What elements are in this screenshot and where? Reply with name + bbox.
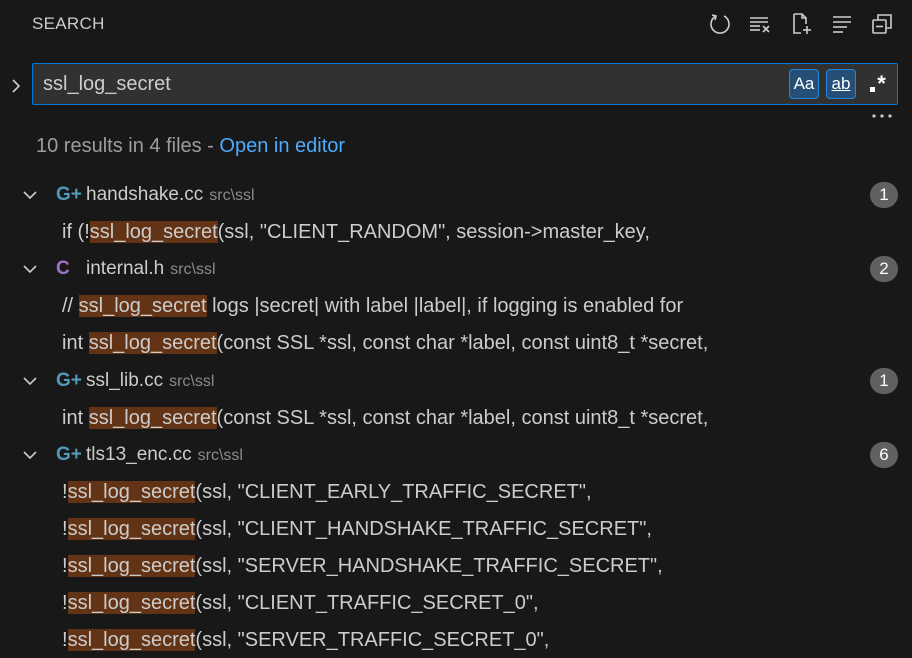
search-box: Aa ab * xyxy=(32,63,898,105)
results-summary: 10 results in 4 files - Open in editor xyxy=(36,135,345,158)
match-row[interactable]: !ssl_log_secret(ssl, "CLIENT_HANDSHAKE_T… xyxy=(62,511,652,547)
match-highlight: ssl_log_secret xyxy=(67,592,196,614)
file-row-tls13-enc-cc[interactable]: G+ tls13_enc.cc src\ssl 6 xyxy=(0,437,912,473)
new-search-editor-icon[interactable] xyxy=(790,12,814,36)
file-name: internal.h src\ssl xyxy=(86,258,216,279)
match-highlight: ssl_log_secret xyxy=(89,221,218,243)
search-input[interactable] xyxy=(43,64,773,104)
match-whole-word-toggle[interactable]: ab xyxy=(826,69,856,99)
view-as-list-icon[interactable] xyxy=(830,12,854,36)
cpp-file-icon: G+ xyxy=(56,370,82,391)
results-count-text: 10 results in 4 files - xyxy=(36,135,220,157)
c-header-icon: C xyxy=(56,258,70,279)
match-count-badge: 1 xyxy=(870,182,898,208)
refresh-icon[interactable] xyxy=(708,12,732,36)
file-name: handshake.cc src\ssl xyxy=(86,184,255,205)
file-name: tls13_enc.cc src\ssl xyxy=(86,444,243,465)
toggle-search-details-icon[interactable] xyxy=(870,108,894,124)
whole-word-label: ab xyxy=(831,74,851,93)
file-path: src\ssl xyxy=(209,187,255,204)
view-title: SEARCH xyxy=(32,14,105,33)
match-highlight: ssl_log_secret xyxy=(67,518,196,540)
file-path: src\ssl xyxy=(169,373,215,390)
chevron-down-icon[interactable] xyxy=(20,185,40,205)
match-row[interactable]: !ssl_log_secret(ssl, "CLIENT_TRAFFIC_SEC… xyxy=(62,585,539,621)
search-view-header: SEARCH xyxy=(0,0,912,48)
use-regex-toggle[interactable]: * xyxy=(863,69,893,99)
match-row[interactable]: !ssl_log_secret(ssl, "SERVER_TRAFFIC_SEC… xyxy=(62,622,549,658)
file-row-handshake-cc[interactable]: G+ handshake.cc src\ssl 1 xyxy=(0,177,912,213)
match-case-toggle[interactable]: Aa xyxy=(789,69,819,99)
file-name: ssl_lib.cc src\ssl xyxy=(86,370,215,391)
file-path: src\ssl xyxy=(197,447,243,464)
clear-results-icon[interactable] xyxy=(748,12,772,36)
match-count-badge: 1 xyxy=(870,368,898,394)
file-path: src\ssl xyxy=(170,261,216,278)
file-row-ssl-lib-cc[interactable]: G+ ssl_lib.cc src\ssl 1 xyxy=(0,363,912,399)
match-row[interactable]: int ssl_log_secret(const SSL *ssl, const… xyxy=(62,400,708,436)
match-row[interactable]: int ssl_log_secret(const SSL *ssl, const… xyxy=(62,325,708,361)
toggle-replace-chevron-icon[interactable] xyxy=(8,74,24,98)
match-highlight: ssl_log_secret xyxy=(67,629,196,651)
chevron-down-icon[interactable] xyxy=(20,445,40,465)
match-count-badge: 2 xyxy=(870,256,898,282)
cpp-file-icon: G+ xyxy=(56,184,82,205)
open-in-editor-link[interactable]: Open in editor xyxy=(219,135,345,157)
match-count-badge: 6 xyxy=(870,442,898,468)
match-highlight: ssl_log_secret xyxy=(67,555,196,577)
chevron-down-icon[interactable] xyxy=(20,259,40,279)
regex-label: * xyxy=(877,71,886,96)
chevron-down-icon[interactable] xyxy=(20,371,40,391)
match-highlight: ssl_log_secret xyxy=(88,332,217,354)
match-highlight: ssl_log_secret xyxy=(67,481,196,503)
match-highlight: ssl_log_secret xyxy=(78,295,207,317)
collapse-all-icon[interactable] xyxy=(870,12,894,36)
match-highlight: ssl_log_secret xyxy=(88,407,217,429)
cpp-file-icon: G+ xyxy=(56,444,82,465)
match-row[interactable]: // ssl_log_secret logs |secret| with lab… xyxy=(62,288,683,324)
match-row[interactable]: if (!ssl_log_secret(ssl, "CLIENT_RANDOM"… xyxy=(62,214,650,250)
regex-dot-icon xyxy=(870,87,876,92)
match-row[interactable]: !ssl_log_secret(ssl, "SERVER_HANDSHAKE_T… xyxy=(62,548,663,584)
file-row-internal-h[interactable]: C internal.h src\ssl 2 xyxy=(0,251,912,287)
match-row[interactable]: !ssl_log_secret(ssl, "CLIENT_EARLY_TRAFF… xyxy=(62,474,592,510)
